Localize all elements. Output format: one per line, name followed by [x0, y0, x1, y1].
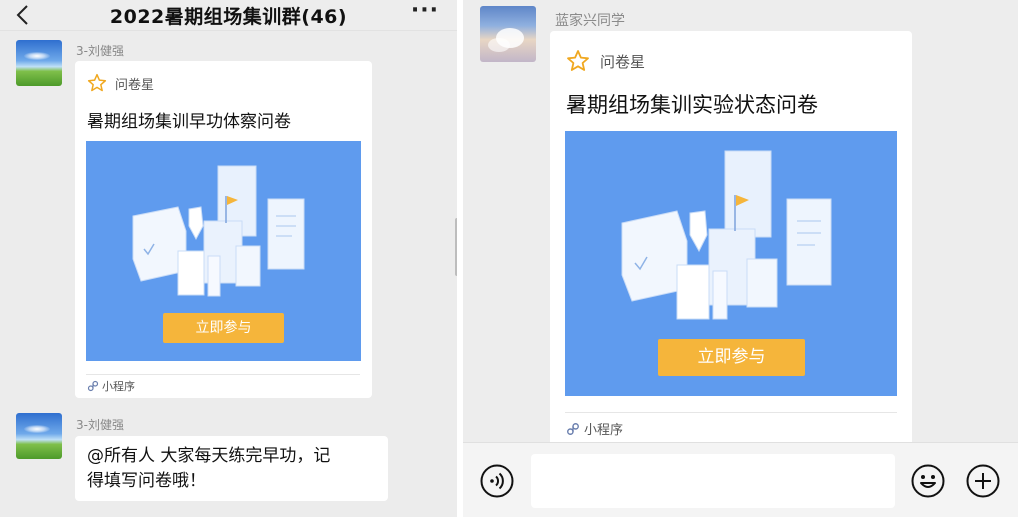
join-button[interactable]: 立即参与: [658, 339, 805, 376]
avatar[interactable]: [16, 40, 62, 86]
message-line-1: @所有人 大家每天练完早功，记: [87, 446, 331, 466]
card-app-row: 问卷星: [566, 48, 645, 74]
mini-program-icon: [567, 422, 579, 435]
text-message-bubble[interactable]: @所有人 大家每天练完早功，记 得填写问卷哦！: [75, 436, 388, 501]
plus-icon[interactable]: [966, 464, 1000, 498]
survey-banner: 立即参与: [86, 141, 361, 361]
mini-program-text: 小程序: [102, 380, 135, 393]
more-options-icon[interactable]: ···: [411, 0, 439, 23]
avatar-sun: [24, 425, 50, 433]
mini-program-label: 小程序: [87, 378, 135, 394]
avatar-sun: [24, 52, 50, 60]
scrollbar[interactable]: [455, 218, 457, 276]
sender-name: 3-刘健强: [76, 418, 124, 432]
avatar[interactable]: [480, 6, 536, 62]
sender-name: 3-刘健强: [76, 44, 124, 58]
star-icon: [567, 50, 589, 71]
left-chat-screenshot: 2022暑期组场集训群(46) ··· 3-刘健强 问卷星 暑期组场集训早功体察…: [0, 0, 457, 517]
cloud-shape: [488, 38, 510, 52]
app-name: 问卷星: [600, 52, 646, 71]
card-title: 暑期组场集训早功体察问卷: [87, 112, 291, 132]
mini-program-card[interactable]: 问卷星 暑期组场集训实验状态问卷 立即参与 小程序: [550, 31, 912, 451]
right-chat-screenshot: 蓝家兴同学 问卷星 暑期组场集训实验状态问卷 立即参与 小程序: [463, 0, 1018, 517]
join-button[interactable]: 立即参与: [163, 313, 284, 343]
emoji-icon[interactable]: [911, 464, 945, 498]
mini-program-icon: [87, 380, 99, 392]
card-title: 暑期组场集训实验状态问卷: [566, 93, 818, 117]
chat-input-bar: [463, 442, 1018, 517]
group-chat-title: 2022暑期组场集训群(46): [109, 6, 348, 28]
message-line-2: 得填写问卷哦！: [87, 471, 206, 491]
survey-banner: 立即参与: [565, 131, 897, 396]
mini-program-text: 小程序: [584, 423, 624, 438]
card-app-row: 问卷星: [87, 72, 154, 94]
star-icon: [87, 73, 107, 92]
card-divider: [565, 412, 897, 413]
chat-header: 2022暑期组场集训群(46) ···: [0, 0, 457, 31]
avatar[interactable]: [16, 413, 62, 459]
mini-program-card[interactable]: 问卷星 暑期组场集训早功体察问卷 立即参与 小程序: [75, 61, 372, 398]
message-input[interactable]: [531, 454, 895, 508]
card-divider: [86, 374, 360, 375]
app-name: 问卷星: [115, 77, 155, 93]
mini-program-label: 小程序: [566, 419, 623, 438]
sender-name: 蓝家兴同学: [555, 13, 625, 29]
voice-icon[interactable]: [480, 464, 514, 498]
